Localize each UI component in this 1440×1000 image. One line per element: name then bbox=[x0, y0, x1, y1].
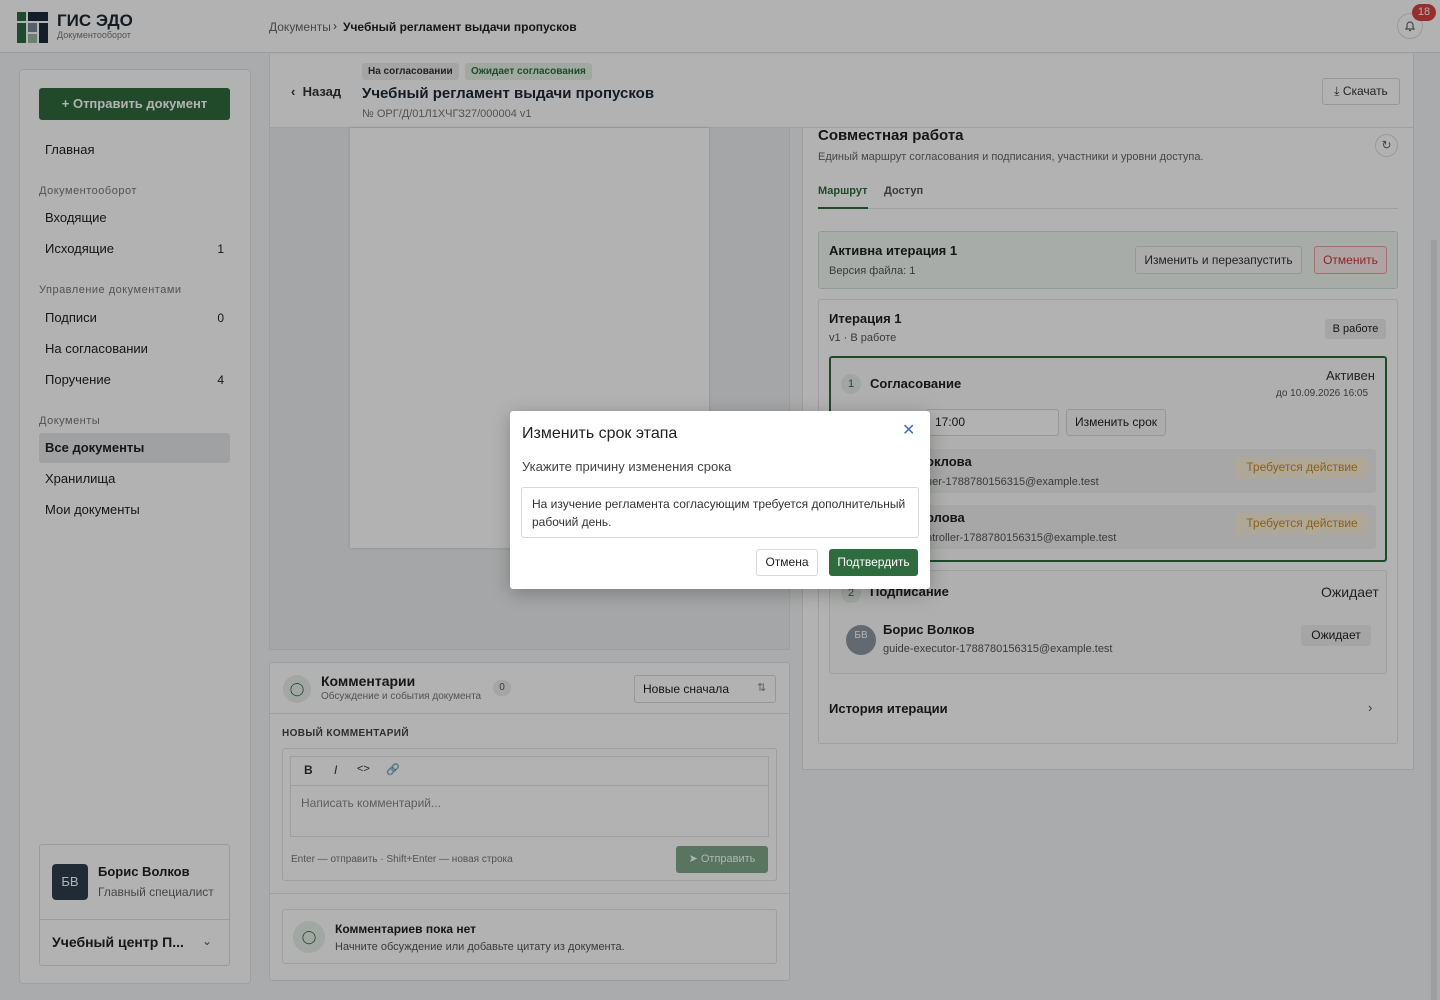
cancel-button[interactable]: Отмена bbox=[756, 549, 818, 576]
confirm-button[interactable]: Подтвердить bbox=[829, 549, 918, 576]
reason-label: Укажите причину изменения срока bbox=[522, 459, 732, 474]
close-icon[interactable]: ✕ bbox=[902, 420, 915, 440]
reason-textarea[interactable]: На изучение регламента согласующим требу… bbox=[521, 487, 919, 538]
dialog-title: Изменить срок этапа bbox=[522, 425, 678, 442]
